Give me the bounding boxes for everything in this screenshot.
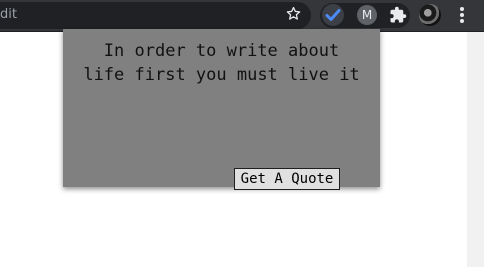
m-extension-icon[interactable]: M	[357, 5, 377, 25]
check-icon[interactable]	[322, 4, 344, 26]
quote-line-1: In order to write about	[103, 41, 340, 61]
quote-text: In order to write about life first you m…	[63, 39, 380, 87]
puzzle-icon[interactable]	[389, 6, 407, 24]
address-bar[interactable]: dit	[0, 2, 311, 29]
browser-toolbar: dit M	[0, 0, 484, 32]
address-bar-text[interactable]: dit	[0, 7, 17, 22]
quote-line-2: life first you must live it	[83, 65, 360, 85]
bookmark-star-icon[interactable]	[285, 5, 302, 22]
page-scrollbar[interactable]	[467, 32, 484, 267]
get-quote-button[interactable]: Get A Quote	[234, 168, 340, 190]
quote-card: In order to write about life first you m…	[63, 29, 380, 190]
more-vert-icon[interactable]	[458, 7, 466, 24]
profile-avatar[interactable]	[419, 4, 441, 26]
